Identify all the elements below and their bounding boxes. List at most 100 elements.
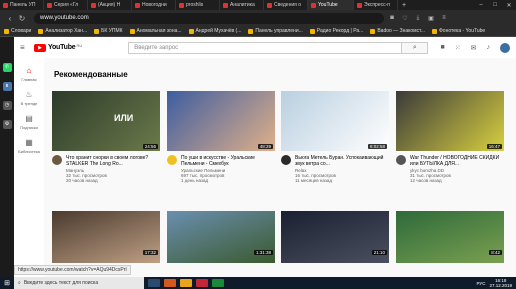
- logo-region: RU: [76, 43, 83, 48]
- video-thumbnail[interactable]: 21:10: [281, 211, 389, 263]
- tab-favicon-icon: [135, 2, 140, 8]
- language-indicator[interactable]: РУС: [476, 281, 485, 286]
- video-thumbnail[interactable]: 48:29: [167, 91, 275, 151]
- sidebar-item-label: В тренде: [20, 101, 38, 106]
- bookmark-item[interactable]: Андрей Мухачёв (...: [188, 28, 241, 34]
- sidebar-item[interactable]: ▦ Библиотека: [14, 138, 44, 154]
- bookmark-item[interactable]: БК УПМК: [94, 28, 123, 34]
- video-thumbnail[interactable]: 8:42: [396, 211, 504, 263]
- reload-icon[interactable]: ↻: [16, 14, 28, 23]
- video-card[interactable]: 48:29 По уши в искусстве - Уральские Пель…: [167, 91, 275, 183]
- sidebar-item[interactable]: ▤ Подписки: [14, 114, 44, 130]
- youtube-logo[interactable]: ▶ YouTube RU: [34, 43, 83, 52]
- avatar[interactable]: [500, 42, 510, 53]
- create-video-icon[interactable]: ■: [441, 44, 445, 51]
- video-title[interactable]: По уши в искусстве - Уральские Пельмени …: [181, 155, 275, 167]
- history-icon[interactable]: ◷: [2, 101, 12, 110]
- channel-avatar[interactable]: [52, 155, 62, 165]
- heart-icon[interactable]: ♡: [400, 15, 410, 22]
- youtube-sidebar: ⌂ Главная ♨ В тренде ▤ Подписки ▦ Библиотека: [14, 58, 44, 277]
- windows-start-icon[interactable]: ⊞: [0, 279, 14, 287]
- extension-icon[interactable]: ▣: [426, 15, 436, 22]
- video-title[interactable]: War Thunder / НОВОГОДНИЕ СКИДКИ или БУТЫ…: [410, 155, 504, 167]
- bookmark-icon: [248, 28, 254, 34]
- video-card[interactable]: 8:02:58 Вьюга Метель Буран. Успокаивающий…: [281, 91, 389, 183]
- url-field[interactable]: www.youtube.com: [34, 12, 384, 24]
- notifications-icon[interactable]: ✉: [471, 44, 477, 52]
- channel-avatar[interactable]: [396, 155, 406, 165]
- bookmark-item[interactable]: Аномальная зона...: [129, 28, 182, 34]
- main-content: Рекомендованные ИЛИ 24:56 Что хранит снорк…: [44, 58, 516, 277]
- bookmark-label: Аномальная зона...: [136, 28, 182, 34]
- bell-icon[interactable]: ♪: [487, 44, 491, 51]
- browser-tab[interactable]: Сведения о: [264, 0, 308, 10]
- sidebar-item[interactable]: ♨ В тренде: [14, 90, 44, 106]
- maximize-icon[interactable]: □: [488, 2, 502, 9]
- youtube-header: ≡ ▶ YouTube RU Введите запрос ⌕ ■ ⁙ ✉ ♪: [14, 37, 516, 58]
- bookmark-item[interactable]: Словари: [4, 28, 31, 34]
- search-button[interactable]: ⌕: [402, 41, 429, 54]
- video-title[interactable]: Вьюга Метель Буран. Успокаивающий звук в…: [295, 155, 389, 167]
- apps-icon[interactable]: ⁙: [455, 44, 461, 52]
- video-card[interactable]: ИЛИ 24:56 Что хранит снорки в своем логове…: [52, 91, 160, 183]
- camera-icon[interactable]: ◙: [387, 15, 397, 21]
- tab-favicon-icon: [223, 2, 228, 8]
- video-thumbnail[interactable]: 16:47: [396, 91, 504, 151]
- tab-favicon-icon: [267, 2, 272, 8]
- browser-tab[interactable]: Экспресс-п: [354, 0, 398, 10]
- video-thumbnail[interactable]: 17:32: [52, 211, 160, 263]
- menu-icon[interactable]: ≡: [439, 15, 449, 21]
- tab-label: Экспресс-п: [364, 2, 390, 8]
- browser-tab[interactable]: Аналитика: [220, 0, 264, 10]
- task-view-icon[interactable]: [148, 279, 160, 287]
- minimize-icon[interactable]: –: [474, 2, 488, 9]
- download-icon[interactable]: ⤓: [413, 15, 423, 22]
- video-duration: 17:32: [142, 250, 158, 255]
- taskbar-search[interactable]: ⌕ Введите здесь текст для поиска: [14, 277, 144, 289]
- video-card[interactable]: 16:47 War Thunder / НОВОГОДНИЕ СКИДКИ или…: [396, 91, 504, 183]
- upload-age: 1 день назад: [181, 178, 209, 183]
- bookmark-item[interactable]: Badoo — Знакомст...: [370, 28, 425, 34]
- browser-tab[interactable]: Новогодни: [132, 0, 176, 10]
- channel-avatar[interactable]: [167, 155, 177, 165]
- subscriptions-icon: ▤: [25, 114, 33, 123]
- bookmark-icon: [370, 28, 376, 34]
- bookmark-icon: [188, 28, 194, 34]
- settings-icon[interactable]: ⚙: [2, 120, 12, 129]
- search-icon: ⌕: [412, 43, 417, 51]
- video-thumbnail[interactable]: 1:31:38: [167, 211, 275, 263]
- bookmark-item[interactable]: Анализатор Хан...: [38, 28, 87, 34]
- sidebar-item[interactable]: ⌂ Главная: [14, 66, 44, 82]
- whatsapp-icon[interactable]: ✆: [2, 63, 12, 72]
- bookmark-item[interactable]: Фонотека - YouTube: [432, 28, 485, 34]
- clock[interactable]: 16:18 27.12.2019: [489, 278, 512, 288]
- tab-label: Сведения о: [274, 2, 302, 8]
- channel-avatar[interactable]: [281, 155, 291, 165]
- bookmark-item[interactable]: Панель управлени...: [248, 28, 303, 34]
- video-thumbnail[interactable]: 8:02:58: [281, 91, 389, 151]
- folder-icon[interactable]: [180, 279, 192, 287]
- search-input[interactable]: Введите запрос: [128, 41, 403, 54]
- app-icon[interactable]: [164, 279, 176, 287]
- hamburger-icon[interactable]: ≡: [20, 43, 32, 52]
- app-icon[interactable]: [212, 279, 224, 287]
- video-duration: 21:10: [371, 250, 387, 255]
- browser-tab[interactable]: Серия «Гл: [44, 0, 88, 10]
- browser-tab[interactable]: Панель УП: [0, 0, 44, 10]
- bookmark-item[interactable]: Радио Рекорд | Ра...: [309, 28, 363, 34]
- address-bar-row: ‹ ↻ www.youtube.com ◙ ♡ ⤓ ▣ ≡: [0, 10, 516, 26]
- tab-favicon-icon: [3, 2, 8, 8]
- browser-tab[interactable]: (Акция) Н: [88, 0, 132, 10]
- new-tab-icon[interactable]: +: [402, 2, 406, 9]
- tab-label: Панель УП: [10, 2, 36, 8]
- video-title[interactable]: Что хранит снорки в своем логове? STALKE…: [66, 155, 160, 167]
- bookmark-icon: [94, 28, 100, 34]
- back-icon[interactable]: ‹: [4, 14, 16, 23]
- opera-icon[interactable]: [196, 279, 208, 287]
- video-thumbnail[interactable]: ИЛИ 24:56: [52, 91, 160, 151]
- play-logo-icon: ▶: [34, 43, 46, 52]
- browser-tab[interactable]: proshlis: [176, 0, 220, 10]
- browser-tab[interactable]: YouTube: [308, 0, 354, 10]
- close-icon[interactable]: ✕: [502, 2, 516, 9]
- vk-icon[interactable]: в: [2, 82, 12, 91]
